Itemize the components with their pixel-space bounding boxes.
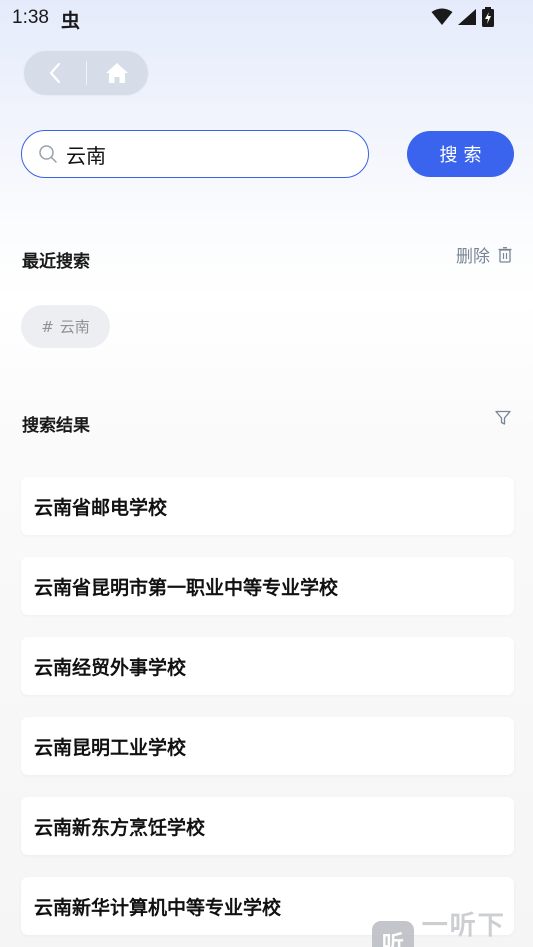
search-input[interactable] xyxy=(66,142,346,166)
home-icon xyxy=(106,63,129,83)
watermark-text: 一听下载 xyxy=(421,911,506,941)
filter-icon[interactable] xyxy=(495,410,511,426)
search-button[interactable]: 搜索 xyxy=(407,131,514,177)
search-icon xyxy=(39,145,57,163)
result-item[interactable]: 云南省昆明市第一职业中等专业学校 xyxy=(21,557,514,615)
search-box[interactable] xyxy=(21,130,369,178)
battery-charging-icon xyxy=(482,7,494,27)
home-button[interactable] xyxy=(86,50,148,96)
trash-icon xyxy=(498,246,512,263)
status-time: 1:38 xyxy=(12,7,49,28)
notification-bug-icon: 虫 xyxy=(61,10,81,32)
recent-search-tag-label: 云南 xyxy=(59,318,90,336)
result-item[interactable]: 云南新东方烹饪学校 xyxy=(21,797,514,855)
recent-searches-title: 最近搜索 xyxy=(22,252,90,272)
watermark: 听 一听下载 xyxy=(372,905,533,947)
delete-label: 删除 xyxy=(456,247,490,267)
hash-icon: # xyxy=(41,317,54,336)
recent-search-tag[interactable]: # 云南 xyxy=(21,305,110,348)
back-button[interactable] xyxy=(24,50,86,96)
signal-icon xyxy=(458,9,476,25)
result-item[interactable]: 云南经贸外事学校 xyxy=(21,637,514,695)
search-results-title: 搜索结果 xyxy=(22,416,90,436)
delete-history-button[interactable]: 删除 xyxy=(456,242,512,267)
watermark-logo: 听 xyxy=(372,921,414,947)
result-item[interactable]: 云南省邮电学校 xyxy=(21,477,514,535)
nav-capsule xyxy=(23,50,149,96)
status-icons xyxy=(431,7,495,27)
status-bar: 1:38 虫 xyxy=(0,0,533,36)
wifi-icon xyxy=(431,8,453,25)
result-item[interactable]: 云南昆明工业学校 xyxy=(21,717,514,775)
chevron-left-icon xyxy=(49,62,60,84)
